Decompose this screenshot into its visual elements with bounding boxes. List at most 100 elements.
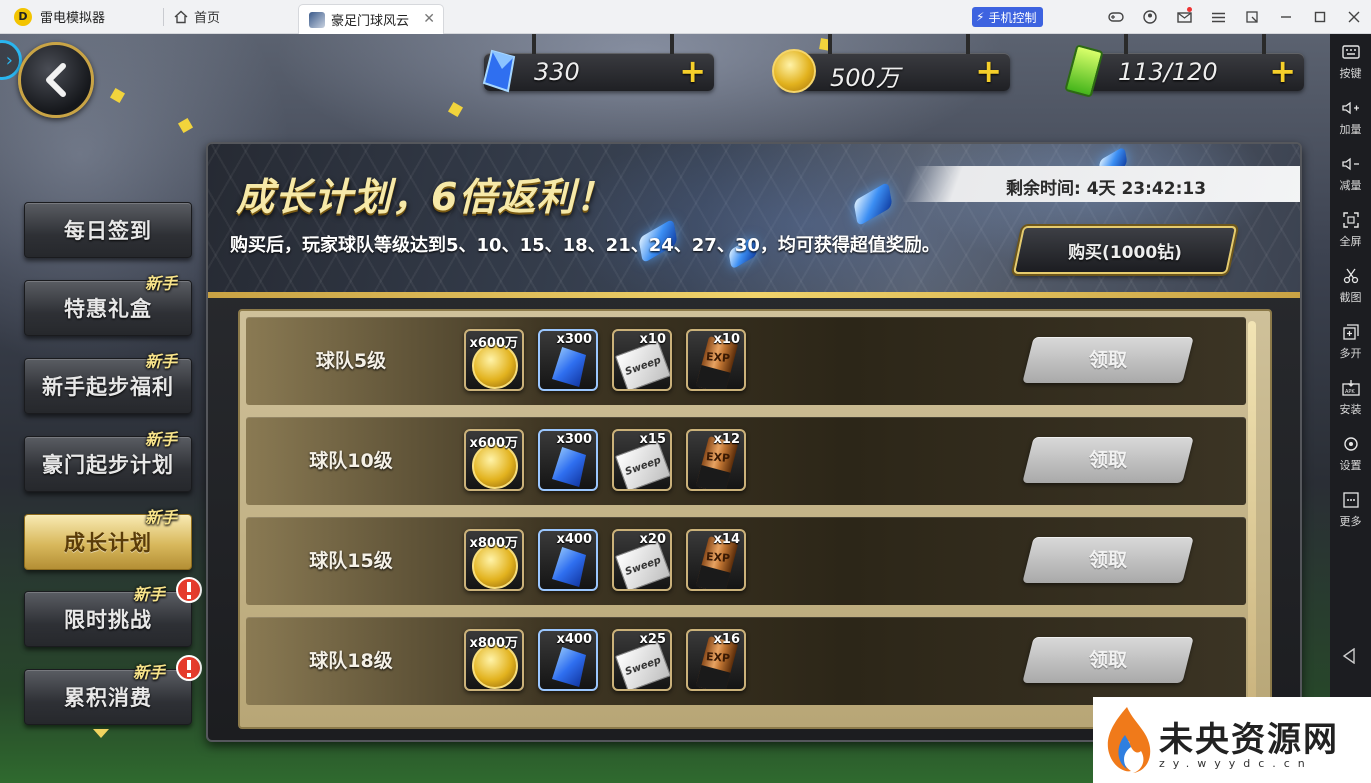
more-icon [1342,491,1359,508]
phone-control-button[interactable]: ⚡ 手机控制 [972,7,1044,27]
menu-item-newbie-welfare[interactable]: 新手起步福利 新手 [24,352,192,414]
maximize-icon[interactable] [1303,0,1337,34]
sweep-ticket-reward[interactable]: Sweep x25 [612,629,672,691]
reward-count: x15 [639,432,666,447]
coin-reward[interactable]: x600万 [464,429,524,491]
emulator-titlebar: D 雷电模拟器 首页 豪足门球风云 ✕ ⚡ 手机控制 [0,0,1371,34]
newbie-badge: 新手 [144,274,177,293]
exp-potion-reward[interactable]: EXP x12 [686,429,746,491]
sidebar-item-multi-instance[interactable]: 多开 [1330,314,1371,370]
sidebar-item-label: 截图 [1339,290,1362,304]
sweep-ticket-reward[interactable]: Sweep x10 [612,329,672,391]
gamepad-icon[interactable] [1099,0,1133,34]
rope-decoration [670,34,674,54]
menu-item-label: 成长计划 [64,531,152,555]
claim-button-label[interactable]: 领取 [1028,437,1188,483]
menu-item-limited-challenge[interactable]: 限时挑战 新手 [24,577,202,647]
coin-reward[interactable]: x800万 [464,529,524,591]
scrollbar[interactable] [1248,321,1256,721]
add-diamond-button[interactable]: + [679,55,706,87]
sweep-ticket-icon: Sweep [614,640,670,689]
mail-icon[interactable] [1167,0,1201,34]
claim-button-label[interactable]: 领取 [1028,337,1188,383]
menu-item-special-gift[interactable]: 特惠礼盒 新手 [24,274,192,336]
exp-label: EXP [705,349,731,366]
sidebar-item-label: 多开 [1339,346,1362,360]
sidebar-item-volume-down[interactable]: 减量 [1330,146,1371,202]
gem-reward[interactable]: x400 [538,629,598,691]
alert-icon [176,655,202,681]
newbie-badge: 新手 [144,508,177,527]
tab-close-icon[interactable]: ✕ [423,11,435,27]
menu-item-label: 累积消费 [64,686,152,710]
claim-button-label[interactable]: 领取 [1028,637,1188,683]
potion-bottom [695,464,731,489]
game-tab-icon [309,11,325,28]
sidebar-item-label: 设置 [1339,458,1362,472]
scroll-down-icon[interactable] [93,729,109,738]
sweep-ticket-reward[interactable]: Sweep x20 [612,529,672,591]
reward-count: x400 [556,632,592,647]
buy-button-label[interactable]: 购买(1000钻) [1018,238,1232,263]
menu-item-accumulated-spending[interactable]: 累积消费 新手 [24,655,202,725]
rope-decoration [1262,34,1266,54]
add-stamina-button[interactable]: + [1269,55,1296,87]
menu-item-label: 豪门起步计划 [42,453,174,477]
menu-item-growth-plan[interactable]: 成长计划 新手 [24,508,192,570]
watermark-text: 未央资源网 [1159,720,1339,760]
close-window-icon[interactable] [1337,0,1371,34]
coin-reward[interactable]: x800万 [464,629,524,691]
minimize-icon[interactable] [1269,0,1303,34]
gem-reward[interactable]: x400 [538,529,598,591]
flame-logo-icon [1107,707,1151,773]
menu-icon[interactable] [1201,0,1235,34]
lightning-icon: ⚡ [976,10,985,24]
row-level-label: 球队10级 [309,450,393,472]
reward-row: 球队5级 x600万 x300 Sweep x10 EXP x10 领取 [246,317,1246,405]
row-level-label: 球队18级 [309,650,393,672]
exp-potion-reward[interactable]: EXP x16 [686,629,746,691]
sweep-ticket-icon: Sweep [614,340,670,389]
gem-reward[interactable]: x300 [538,429,598,491]
rope-decoration [1124,34,1128,54]
sidebar-item-settings[interactable]: 设置 [1330,426,1371,482]
tab-home[interactable]: 首页 [174,7,220,26]
coin-reward[interactable]: x600万 [464,329,524,391]
reward-count: x400 [556,532,592,547]
banner-description: 购买后，玩家球队等级达到5、10、15、18、21、24、27、30，均可获得超… [230,235,940,256]
claim-button-label[interactable]: 领取 [1028,537,1188,583]
tab-game[interactable]: 豪足门球风云 ✕ [298,4,444,34]
sidebar-item-volume-up[interactable]: 加量 [1330,90,1371,146]
sidebar-item-install-apk[interactable]: APK 安装 [1330,370,1371,426]
user-icon[interactable] [1133,0,1167,34]
exp-potion-reward[interactable]: EXP x14 [686,529,746,591]
chevron-left-icon [46,63,66,97]
menu-item-club-start-plan[interactable]: 豪门起步计划 新手 [24,430,192,492]
sidebar-item-label: 减量 [1339,178,1362,192]
reward-row: 球队15级 x800万 x400 Sweep x20 EXP x14 领取 [246,517,1246,605]
sidebar-item-fullscreen[interactable]: 全屏 [1330,202,1371,258]
home-icon [174,10,188,23]
fullscreen-icon [1342,211,1359,228]
exp-potion-reward[interactable]: EXP x10 [686,329,746,391]
row-level-label: 球队5级 [315,350,387,372]
diamond-counter: 330 + [482,34,714,93]
sidebar-item-screenshot[interactable]: 截图 [1330,258,1371,314]
newbie-badge: 新手 [144,430,177,449]
sidebar-item-keymap[interactable]: 按键 [1330,34,1371,90]
reward-count: x300 [556,432,592,447]
gear-icon [1343,436,1358,451]
gem-reward[interactable]: x300 [538,329,598,391]
rope-decoration [966,34,970,54]
sidebar-item-more[interactable]: 更多 [1330,482,1371,538]
back-button[interactable] [18,42,94,118]
reward-row: 球队18级 x800万 x400 Sweep x25 EXP x16 领取 [246,617,1246,705]
game-screen: › 330 + 500万 + 113/120 + 每日签到 特惠礼盒 新手 新手… [0,34,1330,783]
sweep-ticket-reward[interactable]: Sweep x15 [612,429,672,491]
menu-item-daily-signin[interactable]: 每日签到 [24,202,192,258]
newbie-badge: 新手 [144,352,177,371]
newbie-badge: 新手 [132,585,165,604]
shrink-window-icon[interactable] [1235,0,1269,34]
android-back-icon[interactable] [1342,648,1356,664]
add-coin-button[interactable]: + [975,55,1002,87]
